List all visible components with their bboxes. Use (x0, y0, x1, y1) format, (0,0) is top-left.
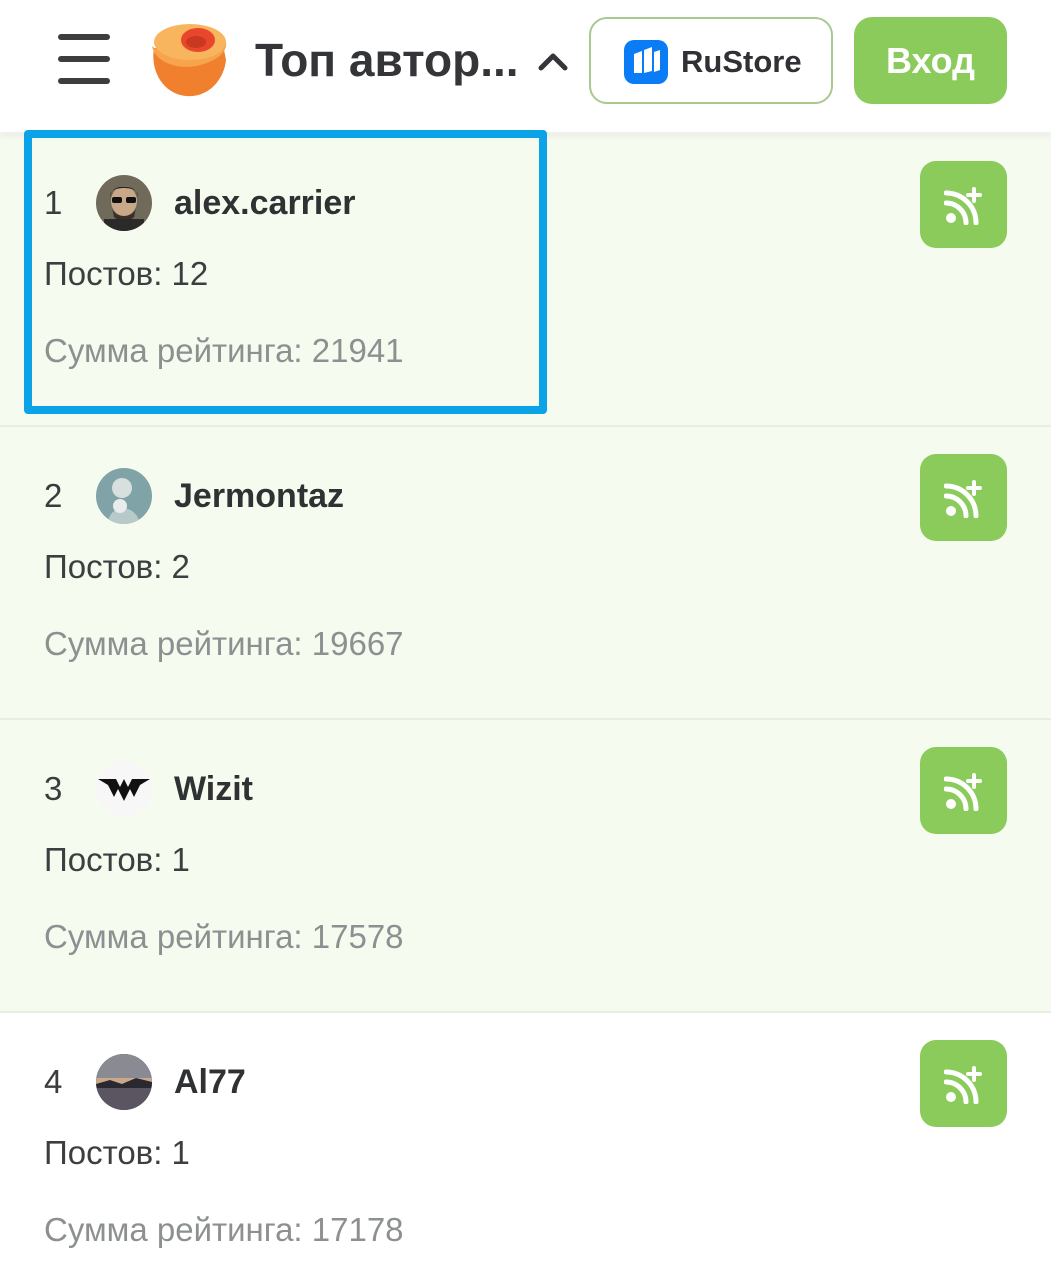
rustore-button[interactable]: RuStore (589, 17, 833, 104)
author-name[interactable]: Jermontaz (174, 475, 344, 517)
author-row[interactable]: 4 Al77 Постов: 1 Сумма рейтинга: 17178 (0, 1013, 1051, 1280)
author-posts-count: Постов: 1 (44, 1134, 190, 1171)
author-name[interactable]: Wizit (174, 768, 253, 810)
author-row[interactable]: 2 Jermontaz Постов: 2 Сумма рейтинга: 19… (0, 427, 1051, 720)
subscribe-button[interactable] (920, 1040, 1007, 1127)
menu-icon[interactable] (58, 34, 112, 86)
authors-list: 1 alex.carrier Постов: 12 Сумма рейтинга… (0, 134, 1051, 1280)
author-rating-sum: Сумма рейтинга: 19667 (44, 625, 404, 662)
author-row[interactable]: 3 Wizit Постов: 1 Сумма рейтинга: 17578 (0, 720, 1051, 1013)
author-rank: 2 (44, 477, 63, 514)
author-posts-count: Постов: 12 (44, 255, 209, 292)
author-rank: 1 (44, 184, 63, 221)
author-rank: 3 (44, 770, 63, 807)
author-posts-count: Постов: 1 (44, 841, 190, 878)
author-name[interactable]: alex.carrier (174, 182, 356, 224)
author-avatar[interactable] (96, 761, 152, 817)
subscribe-rss-plus-icon (944, 480, 982, 518)
author-avatar[interactable] (96, 468, 152, 524)
subscribe-rss-plus-icon (944, 187, 982, 225)
login-button[interactable]: Вход (854, 17, 1007, 104)
author-avatar[interactable] (96, 1054, 152, 1110)
author-rating-sum: Сумма рейтинга: 17578 (44, 918, 404, 955)
page-title[interactable]: Топ автор... (255, 30, 525, 90)
author-rank: 4 (44, 1063, 63, 1100)
chevron-up-icon[interactable] (536, 46, 570, 76)
author-name[interactable]: Al77 (174, 1061, 246, 1103)
rustore-label: RuStore (681, 44, 802, 79)
author-avatar[interactable] (96, 175, 152, 231)
app: Топ автор... RuStore Вход 1 alex.carrier… (0, 0, 1051, 1280)
subscribe-rss-plus-icon (944, 773, 982, 811)
subscribe-button[interactable] (920, 747, 1007, 834)
author-posts-count: Постов: 2 (44, 548, 190, 585)
subscribe-button[interactable] (920, 454, 1007, 541)
subscribe-button[interactable] (920, 161, 1007, 248)
author-rating-sum: Сумма рейтинга: 21941 (44, 332, 404, 369)
top-bar: Топ автор... RuStore Вход (0, 0, 1051, 134)
author-rating-sum: Сумма рейтинга: 17178 (44, 1211, 404, 1248)
app-logo-icon[interactable] (146, 20, 232, 100)
author-row[interactable]: 1 alex.carrier Постов: 12 Сумма рейтинга… (0, 134, 1051, 427)
subscribe-rss-plus-icon (944, 1066, 982, 1104)
rustore-icon (624, 40, 668, 84)
